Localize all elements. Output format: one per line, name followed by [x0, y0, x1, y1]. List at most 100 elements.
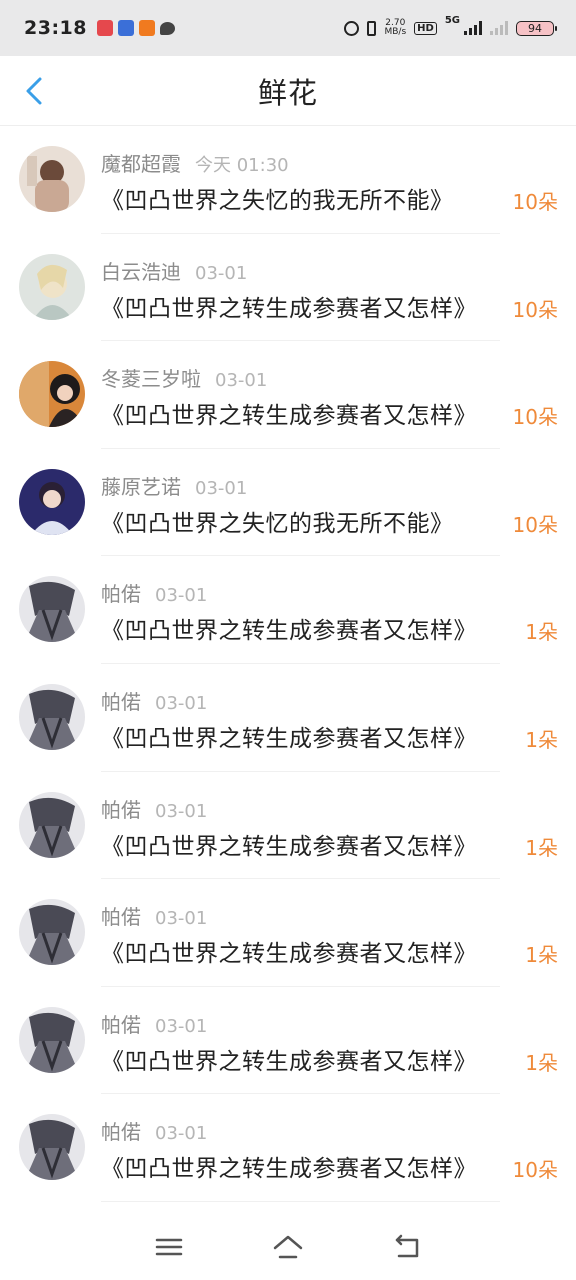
avatar[interactable]	[19, 1006, 85, 1073]
flower-amount: 10朵	[512, 297, 558, 322]
avatar[interactable]	[19, 1114, 85, 1181]
divider	[101, 1200, 500, 1202]
return-icon	[395, 1234, 418, 1258]
list-item[interactable]: 帕偌 03-01 《凹凸世界之转生成参赛者又怎样》 1朵	[0, 772, 576, 880]
list-item[interactable]: 帕偌 03-01 《凹凸世界之转生成参赛者又怎样》 1朵	[0, 556, 576, 664]
flower-amount: 10朵	[512, 1158, 558, 1183]
flower-amount: 1朵	[525, 835, 558, 860]
home-icon	[273, 1235, 303, 1259]
avatar[interactable]	[19, 361, 85, 428]
book-title[interactable]: 《凹凸世界之转生成参赛者又怎样》	[101, 1042, 477, 1076]
username[interactable]: 魔都超霞	[101, 148, 181, 177]
network-type: 5G	[444, 15, 460, 26]
date: 03-01	[155, 1015, 208, 1037]
battery-level: 94	[528, 21, 542, 35]
flower-amount: 10朵	[512, 405, 558, 430]
flower-amount: 1朵	[525, 620, 558, 645]
status-indicators: 2.70 MB/s HD 5G 94	[344, 15, 557, 37]
username[interactable]: 帕偌	[101, 1116, 141, 1145]
item-meta: 帕偌 03-01	[101, 1116, 207, 1145]
list-item[interactable]: 帕偌 03-01 《凹凸世界之转生成参赛者又怎样》 1朵	[0, 664, 576, 772]
network-speed: 2.70 MB/s	[384, 19, 406, 37]
avatar[interactable]	[19, 576, 85, 643]
app-notification-icon	[138, 20, 155, 36]
date: 03-01	[195, 477, 248, 499]
book-title[interactable]: 《凹凸世界之失忆的我无所不能》	[101, 504, 454, 538]
system-nav-bar	[0, 1214, 576, 1280]
username[interactable]: 白云浩迪	[101, 256, 181, 285]
date: 03-01	[195, 262, 248, 284]
status-bar: 23:18 2.70 MB/s HD 5G 94	[0, 0, 576, 56]
hd-icon: HD	[414, 21, 437, 35]
avatar[interactable]	[19, 146, 85, 212]
item-meta: 冬菱三岁啦 03-01	[101, 363, 267, 392]
username[interactable]: 帕偌	[101, 686, 141, 715]
avatar[interactable]	[19, 791, 85, 858]
book-title[interactable]: 《凹凸世界之转生成参赛者又怎样》	[101, 827, 477, 861]
vibrate-icon	[367, 20, 377, 36]
date: 03-01	[155, 692, 208, 714]
avatar[interactable]	[19, 899, 85, 966]
item-meta: 帕偌 03-01	[101, 686, 207, 715]
list-item[interactable]: 魔都超霞 今天 01:30 《凹凸世界之失忆的我无所不能》 10朵	[0, 126, 576, 234]
avatar[interactable]	[19, 683, 85, 750]
page-title: 鲜花	[257, 75, 318, 110]
app-notification-icon	[117, 20, 134, 36]
list-item[interactable]: 冬菱三岁啦 03-01 《凹凸世界之转生成参赛者又怎样》 10朵	[0, 341, 576, 449]
book-title[interactable]: 《凹凸世界之转生成参赛者又怎样》	[101, 719, 477, 753]
list-item[interactable]: 帕偌 03-01 《凹凸世界之转生成参赛者又怎样》 1朵	[0, 879, 576, 987]
flower-amount: 1朵	[525, 943, 558, 968]
header: 鲜花	[0, 56, 576, 126]
item-meta: 帕偌 03-01	[101, 578, 207, 607]
chat-notification-icon	[159, 21, 175, 35]
signal-icon	[464, 21, 482, 35]
alarm-icon	[344, 20, 360, 36]
date: 03-01	[155, 908, 208, 930]
username[interactable]: 帕偌	[101, 794, 141, 823]
item-meta: 帕偌 03-01	[101, 794, 207, 823]
item-meta: 藤原艺诺 03-01	[101, 471, 247, 500]
list-item[interactable]: 帕偌 03-01 《凹凸世界之转生成参赛者又怎样》 10朵	[0, 1094, 576, 1202]
avatar[interactable]	[19, 253, 85, 320]
back-button[interactable]	[14, 71, 54, 111]
username[interactable]: 藤原艺诺	[101, 471, 181, 500]
book-title[interactable]: 《凹凸世界之转生成参赛者又怎样》	[101, 934, 477, 968]
username[interactable]: 帕偌	[101, 1009, 141, 1038]
chevron-left-icon	[26, 77, 42, 105]
date: 03-01	[155, 585, 208, 607]
book-title[interactable]: 《凹凸世界之转生成参赛者又怎样》	[101, 289, 477, 323]
flower-amount: 10朵	[512, 190, 558, 214]
item-meta: 白云浩迪 03-01	[101, 256, 247, 285]
item-meta: 帕偌 03-01	[101, 1009, 207, 1038]
date: 今天 01:30	[195, 155, 289, 176]
date: 03-01	[215, 370, 268, 392]
username[interactable]: 帕偌	[101, 901, 141, 930]
list-item[interactable]: 白云浩迪 03-01 《凹凸世界之转生成参赛者又怎样》 10朵	[0, 234, 576, 342]
back-nav-button[interactable]	[379, 1225, 435, 1269]
menu-button[interactable]	[141, 1225, 197, 1269]
book-title[interactable]: 《凹凸世界之转生成参赛者又怎样》	[101, 1149, 477, 1183]
menu-icon	[156, 1238, 183, 1256]
flower-amount: 10朵	[512, 512, 558, 537]
flower-amount: 1朵	[525, 727, 558, 752]
book-title[interactable]: 《凹凸世界之失忆的我无所不能》	[101, 181, 454, 215]
username[interactable]: 帕偌	[101, 578, 141, 607]
flower-amount: 1朵	[525, 1050, 558, 1075]
date: 03-01	[155, 800, 208, 822]
avatar[interactable]	[19, 468, 85, 535]
flower-record-list: 魔都超霞 今天 01:30 《凹凸世界之失忆的我无所不能》 10朵 白云浩迪 0…	[0, 126, 576, 1202]
book-title[interactable]: 《凹凸世界之转生成参赛者又怎样》	[101, 396, 477, 430]
item-meta: 帕偌 03-01	[101, 901, 207, 930]
item-meta: 魔都超霞 今天 01:30	[101, 148, 289, 177]
network-speed-unit: MB/s	[384, 27, 407, 37]
notification-icons	[96, 20, 175, 36]
signal-secondary-icon	[490, 21, 508, 35]
username[interactable]: 冬菱三岁啦	[101, 363, 201, 392]
list-item[interactable]: 藤原艺诺 03-01 《凹凸世界之失忆的我无所不能》 10朵	[0, 449, 576, 557]
list-item[interactable]: 帕偌 03-01 《凹凸世界之转生成参赛者又怎样》 1朵	[0, 987, 576, 1095]
status-time: 23:18	[24, 17, 87, 39]
app-notification-icon	[96, 20, 113, 36]
battery-icon: 94	[516, 20, 557, 36]
book-title[interactable]: 《凹凸世界之转生成参赛者又怎样》	[101, 611, 477, 645]
home-button[interactable]	[260, 1225, 316, 1269]
